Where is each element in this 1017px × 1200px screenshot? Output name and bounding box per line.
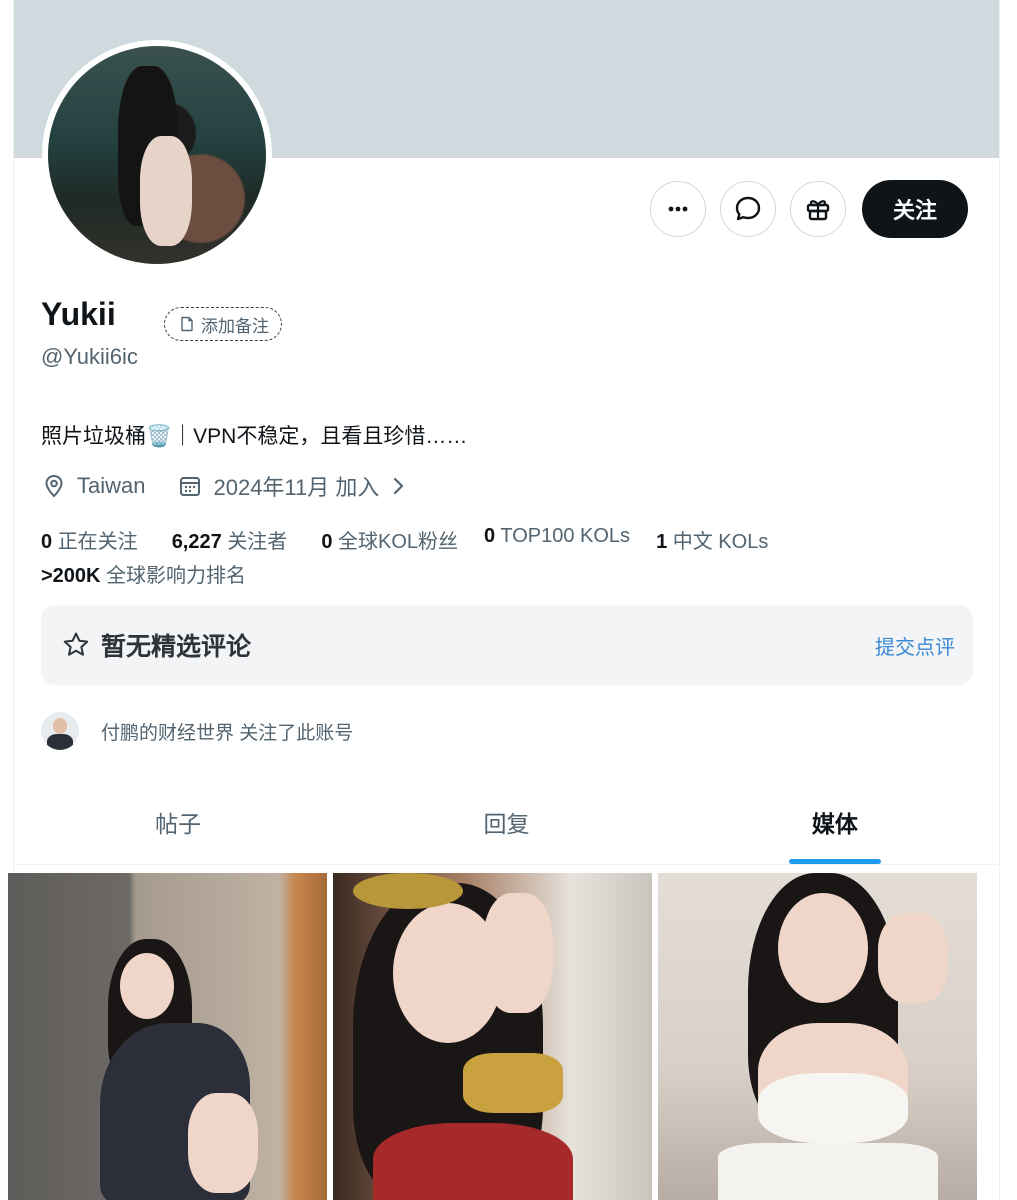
following-stat[interactable]: 0 正在关注 bbox=[41, 525, 138, 554]
gift-button[interactable] bbox=[790, 181, 846, 237]
joined-text: 2024年11月 加入 bbox=[213, 475, 380, 500]
media-thumbnail[interactable] bbox=[658, 873, 977, 1200]
followed-by-text: 付鹏的财经世界 关注了此账号 bbox=[101, 722, 354, 744]
media-thumbnail[interactable] bbox=[333, 873, 652, 1200]
followers-count: 6,227 bbox=[171, 531, 222, 553]
profile-name: Yukii bbox=[41, 296, 116, 332]
kol-fans-stat[interactable]: 0 全球KOL粉丝 bbox=[321, 525, 458, 554]
avatar-image bbox=[48, 46, 266, 264]
review-card: 暂无精选评论 提交点评 bbox=[41, 605, 973, 685]
more-button[interactable] bbox=[650, 181, 706, 237]
tab-replies[interactable]: 回复 bbox=[342, 780, 670, 864]
chinese-kols-label: 中文 KOLs bbox=[672, 531, 769, 553]
follower-avatar bbox=[41, 712, 79, 750]
top100-stat[interactable]: 0 TOP100 KOLs bbox=[484, 525, 630, 554]
kol-fans-label: 全球KOL粉丝 bbox=[338, 531, 459, 553]
more-horizontal-icon bbox=[668, 206, 688, 212]
add-note-button[interactable]: 添加备注 bbox=[164, 307, 282, 341]
tab-posts[interactable]: 帖子 bbox=[14, 780, 342, 864]
chinese-kols-count: 1 bbox=[656, 531, 668, 553]
location-text: Taiwan bbox=[77, 473, 146, 498]
media-thumbnail[interactable] bbox=[8, 873, 327, 1200]
top100-count: 0 bbox=[484, 525, 496, 547]
following-label: 正在关注 bbox=[57, 531, 138, 553]
submit-review-link[interactable]: 提交点评 bbox=[875, 631, 955, 660]
review-title: 暂无精选评论 bbox=[101, 633, 252, 661]
profile-meta: Taiwan 2024年11月 加入 bbox=[41, 470, 439, 502]
kol-fans-count: 0 bbox=[321, 531, 333, 553]
location-item: Taiwan bbox=[41, 473, 145, 499]
location-pin-icon bbox=[45, 474, 63, 498]
media-grid bbox=[8, 873, 978, 1200]
profile-bio: 照片垃圾桶🗑️｜VPN不稳定，且看且珍惜…… bbox=[41, 425, 468, 448]
profile-actions: 关注 bbox=[650, 180, 968, 238]
following-count: 0 bbox=[41, 531, 53, 553]
chinese-kols-stat[interactable]: 1 中文 KOLs bbox=[656, 525, 768, 554]
tab-media[interactable]: 媒体 bbox=[671, 780, 999, 864]
note-icon bbox=[181, 316, 193, 332]
profile-tabs: 帖子 回复 媒体 bbox=[14, 780, 999, 865]
add-note-label: 添加备注 bbox=[201, 316, 269, 336]
star-icon bbox=[63, 632, 89, 656]
message-icon bbox=[735, 196, 761, 221]
profile-stats: 0 正在关注 6,227 关注者 0 全球KOL粉丝 0 TOP100 KOLs… bbox=[41, 525, 802, 554]
rank-stat[interactable]: >200K 全球影响力排名 bbox=[41, 559, 246, 588]
profile-handle: @Yukii6ic bbox=[41, 344, 138, 369]
followers-label: 关注者 bbox=[227, 531, 288, 553]
followers-stat[interactable]: 6,227 关注者 bbox=[172, 525, 288, 554]
review-title-group: 暂无精选评论 bbox=[61, 627, 251, 663]
joined-item[interactable]: 2024年11月 加入 bbox=[177, 470, 407, 502]
calendar-icon bbox=[180, 477, 201, 496]
followed-by-row[interactable]: 付鹏的财经世界 关注了此账号 bbox=[41, 712, 353, 750]
gift-icon bbox=[806, 200, 830, 221]
chevron-right-icon bbox=[394, 477, 404, 495]
message-button[interactable] bbox=[720, 181, 776, 237]
follow-button[interactable]: 关注 bbox=[862, 180, 968, 238]
rank-value: >200K bbox=[41, 565, 101, 587]
top100-label: TOP100 KOLs bbox=[500, 525, 631, 547]
rank-label: 全球影响力排名 bbox=[106, 565, 247, 587]
profile-avatar[interactable] bbox=[42, 40, 272, 270]
